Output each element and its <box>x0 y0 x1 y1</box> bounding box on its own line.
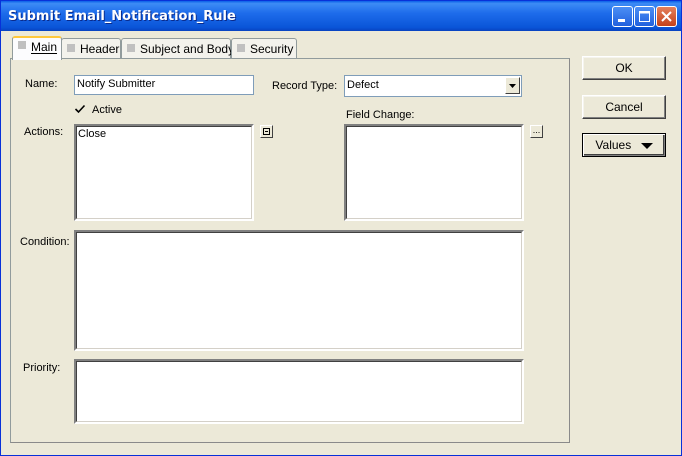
tab-label: Security <box>250 42 294 56</box>
actions-label: Actions: <box>24 126 64 138</box>
maximize-icon <box>639 11 650 22</box>
record-type-value: Defect <box>347 79 379 91</box>
field-change-label: Field Change: <box>346 109 415 121</box>
name-label: Name: <box>25 78 58 90</box>
chevron-down-icon <box>640 142 653 149</box>
tab-square-icon <box>237 44 245 52</box>
tab-square-icon <box>18 41 26 49</box>
maximize-button[interactable] <box>634 6 655 27</box>
tab-header[interactable]: Header <box>61 38 121 59</box>
tab-subject-and-body[interactable]: Subject and Body <box>121 38 235 59</box>
tab-label: Subject and Body <box>140 42 235 56</box>
name-input[interactable]: Notify Submitter <box>74 75 254 95</box>
tab-main[interactable]: Main <box>12 36 62 60</box>
tab-security[interactable]: Security <box>231 38 297 59</box>
dialog-window: Submit Email_Notification_Rule Main Head… <box>0 0 682 456</box>
field-change-browse-label: ... <box>532 125 541 135</box>
record-type-dropdown-button[interactable] <box>505 77 520 94</box>
condition-textarea[interactable] <box>74 230 524 351</box>
actions-list-item[interactable]: Close <box>78 128 106 140</box>
values-button[interactable]: Values <box>582 133 666 157</box>
actions-list[interactable]: Close <box>74 124 254 221</box>
record-type-label: Record Type: <box>272 80 338 92</box>
cancel-button-label: Cancel <box>605 100 643 114</box>
record-type-select[interactable]: Defect <box>344 75 522 97</box>
name-value: Notify Submitter <box>77 78 156 90</box>
priority-textarea[interactable] <box>74 359 524 424</box>
active-checkbox[interactable] <box>74 103 86 115</box>
checkmark-icon <box>74 104 86 114</box>
actions-edit-button[interactable] <box>260 125 273 138</box>
tab-square-icon <box>67 44 75 52</box>
ok-button[interactable]: OK <box>582 56 666 80</box>
tab-square-icon <box>127 44 135 52</box>
ok-button-label: OK <box>615 61 633 75</box>
cancel-button[interactable]: Cancel <box>582 95 666 119</box>
field-change-list[interactable] <box>344 124 524 221</box>
tab-label: Header <box>80 42 120 56</box>
title-bar[interactable]: Submit Email_Notification_Rule <box>1 1 681 31</box>
chevron-down-icon <box>509 84 516 88</box>
close-button[interactable] <box>656 6 677 27</box>
tab-label: Main <box>31 40 58 54</box>
priority-label: Priority: <box>23 362 61 374</box>
minimize-button[interactable] <box>612 6 633 27</box>
condition-label: Condition: <box>20 236 70 248</box>
minimize-icon <box>618 19 625 22</box>
field-change-browse-button[interactable]: ... <box>530 125 543 138</box>
close-icon <box>661 11 672 22</box>
active-label: Active <box>92 104 122 116</box>
window-title: Submit Email_Notification_Rule <box>8 9 236 24</box>
edit-list-icon <box>263 128 270 135</box>
values-button-label: Values <box>595 138 632 152</box>
